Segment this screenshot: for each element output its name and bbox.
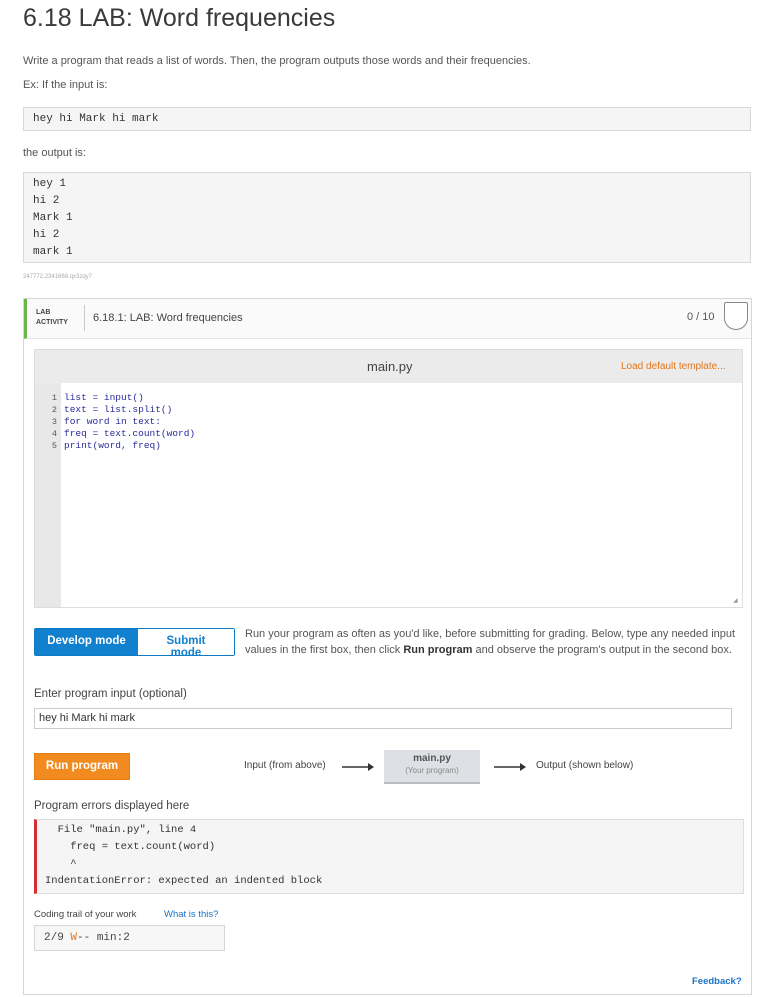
resize-handle-icon[interactable]: ◢: [733, 597, 738, 604]
line-number: 5: [51, 441, 57, 451]
page-title: 6.18 LAB: Word frequencies: [23, 4, 336, 32]
editor-toolbar: main.py Load default template...: [35, 350, 742, 383]
program-errors-box: File "main.py", line 4 freq = text.count…: [34, 819, 744, 894]
example-input-box: hey hi Mark hi mark: [23, 107, 751, 131]
editor-text-area[interactable]: list = input() text = list.split() for w…: [61, 383, 742, 607]
what-is-this-link[interactable]: What is this?: [164, 909, 218, 920]
flow-output-label: Output (shown below): [536, 760, 634, 771]
example-label: Ex: If the input is:: [23, 79, 108, 91]
mode-desc-bold: Run program: [403, 644, 473, 656]
program-flow-box: main.py (Your program): [384, 750, 480, 784]
lab-header: LAB ACTIVITY 6.18.1: LAB: Word frequenci…: [24, 299, 751, 339]
arrow-right-icon: [342, 763, 374, 771]
flow-box-title: main.py: [413, 753, 451, 764]
flow-box-subtitle: (Your program): [405, 766, 459, 775]
code-line[interactable]: text = list.split(): [64, 404, 172, 416]
mode-desc-text-end: and observe the program's output in the …: [472, 644, 732, 656]
score-shield-icon: [724, 302, 748, 330]
errors-label: Program errors displayed here: [34, 800, 190, 812]
code-editor[interactable]: main.py Load default template... 1 2 3 4…: [34, 349, 743, 608]
feedback-link[interactable]: Feedback?: [692, 976, 742, 987]
lab-tag-line2: ACTIVITY: [36, 319, 68, 326]
mode-toggle: Develop mode Submit mode: [34, 628, 235, 659]
mode-description: Run your program as often as you'd like,…: [245, 626, 745, 658]
lab-score: 0 / 10: [687, 311, 715, 323]
line-number: 1: [51, 393, 57, 403]
example-output-box: hey 1 hi 2 Mark 1 hi 2 mark 1: [23, 172, 751, 263]
run-program-button[interactable]: Run program: [34, 753, 130, 780]
line-number: 2: [51, 405, 57, 415]
arrow-right-icon: [494, 763, 526, 771]
load-default-template-link[interactable]: Load default template...: [621, 361, 726, 372]
lab-name: 6.18.1: LAB: Word frequencies: [93, 312, 243, 324]
code-line[interactable]: print(word, freq): [64, 440, 161, 452]
flow-input-label: Input (from above): [244, 760, 326, 771]
coding-trail-box: 2/9 W-- min:2: [34, 925, 225, 951]
lab-tag: LAB ACTIVITY: [36, 308, 68, 328]
editor-filename: main.py: [367, 359, 413, 374]
line-gutter: 1 2 3 4 5: [35, 383, 61, 607]
trail-suffix: -- min:2: [77, 932, 130, 944]
line-number: 4: [51, 429, 57, 439]
code-line[interactable]: list = input(): [64, 392, 144, 404]
coding-trail-label: Coding trail of your work: [34, 909, 137, 920]
develop-mode-button[interactable]: Develop mode: [35, 629, 138, 655]
trail-prefix: 2/9: [44, 932, 71, 944]
output-label: the output is:: [23, 147, 86, 159]
submit-mode-button[interactable]: Submit mode: [138, 629, 234, 659]
activity-id: 247772.2341668.qx3zqy7: [23, 274, 93, 280]
program-input-field[interactable]: hey hi Mark hi mark: [34, 708, 732, 729]
problem-description: Write a program that reads a list of wor…: [23, 55, 531, 67]
header-divider: [84, 305, 85, 331]
lab-tag-line1: LAB: [36, 309, 51, 316]
input-label: Enter program input (optional): [34, 688, 187, 700]
line-number: 3: [51, 417, 57, 427]
lab-activity: LAB ACTIVITY 6.18.1: LAB: Word frequenci…: [23, 298, 752, 995]
code-line[interactable]: freq = text.count(word): [64, 428, 195, 440]
code-line[interactable]: for word in text:: [64, 416, 161, 428]
